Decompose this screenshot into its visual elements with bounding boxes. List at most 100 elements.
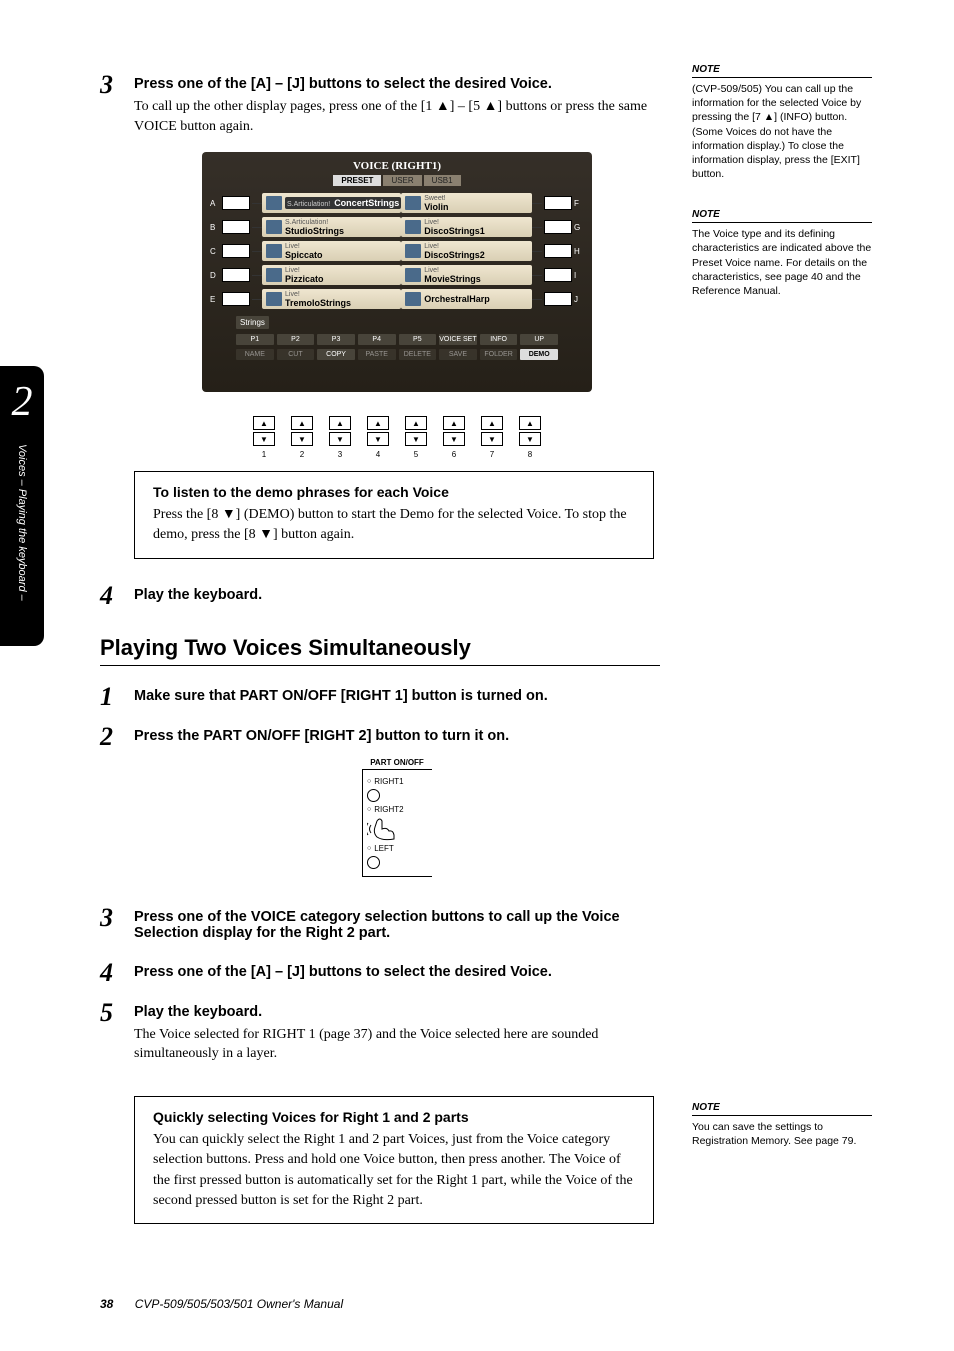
step-3: 3 Press one of the [A] – [J] buttons to … — [100, 72, 660, 459]
row-key: J — [574, 295, 584, 304]
step-number: 5 — [100, 1000, 134, 1072]
demo-box-text: Press the [8 ▼] (DEMO) button to start t… — [153, 505, 635, 546]
voice-item: Live!TremoloStrings — [262, 289, 401, 309]
up-arrow-icon: ▲ — [329, 416, 351, 430]
row-key: D — [210, 271, 220, 280]
voice-item: S.Articulation!ConcertStrings — [262, 193, 401, 213]
num-btn: ▲▼4 — [367, 416, 389, 459]
step-number: 4 — [100, 960, 134, 986]
voice-item: Live!DiscoStrings1 — [401, 217, 532, 237]
step-number: 1 — [100, 684, 134, 710]
note-text: (CVP-509/505) You can call up the inform… — [692, 82, 872, 181]
step-b3: 3 Press one of the VOICE category select… — [100, 905, 660, 946]
hw-button — [222, 220, 250, 234]
dash — [252, 203, 262, 204]
voice-row: Live!MovieStringsI — [401, 264, 584, 286]
button-circle — [367, 856, 380, 869]
footer-title: CVP-509/505/503/501 Owner's Manual — [135, 1297, 343, 1311]
fc: COPY — [317, 349, 355, 360]
voice-row: Sweet!ViolinF — [401, 192, 584, 214]
step-number: 2 — [100, 724, 134, 895]
quick-select-box: Quickly selecting Voices for Right 1 and… — [134, 1096, 654, 1224]
voice-row: Live!DiscoStrings1 G — [401, 216, 584, 238]
main-content: 3 Press one of the [A] – [J] buttons to … — [100, 72, 660, 1248]
step-body: Press one of the [A] – [J] buttons to se… — [134, 72, 660, 459]
step-paragraph: To call up the other display pages, pres… — [134, 97, 660, 136]
note-3: NOTE You can save the settings to Regist… — [692, 1102, 872, 1148]
num-btn: ▲▼8 — [519, 416, 541, 459]
tab-preset: PRESET — [333, 175, 381, 186]
press-hand-icon — [367, 817, 397, 841]
up-arrow-icon: ▲ — [443, 416, 465, 430]
up-arrow-icon: ▲ — [519, 416, 541, 430]
hw-button — [544, 220, 572, 234]
note-2: NOTE The Voice type and its defining cha… — [692, 209, 872, 298]
step-title: Press one of the [A] – [J] buttons to se… — [134, 964, 660, 980]
voice-row: D Live!Pizzicato — [210, 264, 401, 286]
footer-row-2: NAME CUT COPY PASTE DELETE SAVE FOLDER D… — [210, 349, 584, 360]
note-1: NOTE (CVP-509/505) You can call up the i… — [692, 64, 872, 181]
fc: UP — [520, 334, 558, 345]
voice-icon — [405, 268, 421, 282]
chapter-number: 2 — [12, 378, 33, 426]
hw-button — [222, 268, 250, 282]
sidebar-notes: NOTE (CVP-509/505) You can call up the i… — [692, 64, 872, 326]
row-key: G — [574, 223, 584, 232]
note-text: You can save the settings to Registratio… — [692, 1120, 872, 1148]
fc: CUT — [277, 349, 315, 360]
hw-button — [544, 196, 572, 210]
fc: SAVE — [439, 349, 477, 360]
num-btn: ▲▼3 — [329, 416, 351, 459]
dash — [252, 251, 262, 252]
voice-icon — [405, 196, 421, 210]
fc: PASTE — [358, 349, 396, 360]
voice-icon — [266, 244, 282, 258]
dash — [532, 227, 542, 228]
down-arrow-icon: ▼ — [291, 432, 313, 446]
hw-button — [544, 292, 572, 306]
row-key: E — [210, 295, 220, 304]
voice-selection-display: VOICE (RIGHT1) PRESET USER USB1 AS.Artic… — [202, 152, 592, 392]
down-arrow-icon: ▼ — [367, 432, 389, 446]
down-arrow-icon: ▼ — [405, 432, 427, 446]
down-arrow-icon: ▼ — [329, 432, 351, 446]
ponoff-title: PART ON/OFF — [362, 758, 432, 767]
step-title: Press the PART ON/OFF [RIGHT 2] button t… — [134, 728, 660, 744]
quick-box-title: Quickly selecting Voices for Right 1 and… — [153, 1109, 635, 1125]
num-btn: ▲▼7 — [481, 416, 503, 459]
voice-icon — [266, 196, 282, 210]
button-circle — [367, 789, 380, 802]
hw-button — [222, 292, 250, 306]
footer-row-1: P1 P2 P3 P4 P5 VOICE SET INFO UP — [210, 334, 584, 345]
voice-row: OrchestralHarpJ — [401, 288, 584, 310]
step-number: 4 — [100, 583, 134, 609]
hw-button — [222, 196, 250, 210]
dash — [532, 251, 542, 252]
fc: FOLDER — [480, 349, 518, 360]
voice-col-left: AS.Articulation!ConcertStrings BS.Articu… — [210, 192, 401, 312]
fc: P3 — [317, 334, 355, 345]
fc-demo: DEMO — [520, 349, 558, 360]
hw-button — [544, 268, 572, 282]
voice-item: Live!DiscoStrings2 — [401, 241, 532, 261]
voice-icon — [266, 292, 282, 306]
dash — [252, 275, 262, 276]
section-heading: Playing Two Voices Simultaneously — [100, 635, 660, 666]
voice-icon — [266, 268, 282, 282]
num-btn: ▲▼6 — [443, 416, 465, 459]
right2-label: RIGHT2 — [374, 805, 403, 814]
part-on-off-diagram: PART ON/OFF ○RIGHT1 ○RIGHT2 ○LEFT — [362, 758, 432, 877]
voice-tabs: PRESET USER USB1 — [210, 175, 584, 186]
voice-item: S.Articulation!StudioStrings — [262, 217, 401, 237]
voice-icon — [405, 220, 421, 234]
step-body: Play the keyboard. — [134, 583, 660, 609]
demo-box-title: To listen to the demo phrases for each V… — [153, 484, 635, 500]
fc: P2 — [277, 334, 315, 345]
row-key: H — [574, 247, 584, 256]
right1-label: RIGHT1 — [374, 777, 403, 786]
fc: NAME — [236, 349, 274, 360]
arrow-buttons — [210, 372, 584, 384]
step-b4: 4 Press one of the [A] – [J] buttons to … — [100, 960, 660, 986]
voice-col-right: Sweet!ViolinF Live!DiscoStrings1 G Live!D… — [401, 192, 584, 312]
voice-item: Live!Pizzicato — [262, 265, 401, 285]
